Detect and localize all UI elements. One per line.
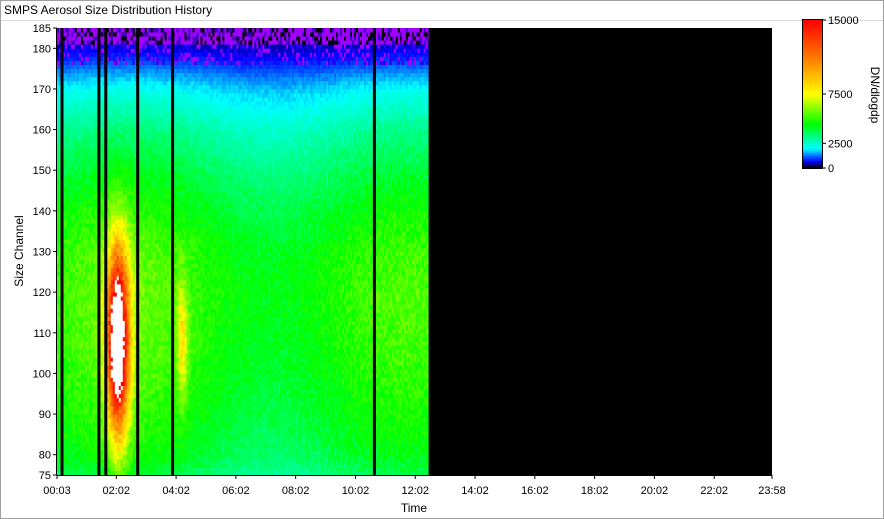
heatmap-chart[interactable]: 758090100110120130140150160170180185 00:… <box>0 0 884 519</box>
heatmap-cells <box>57 28 429 476</box>
